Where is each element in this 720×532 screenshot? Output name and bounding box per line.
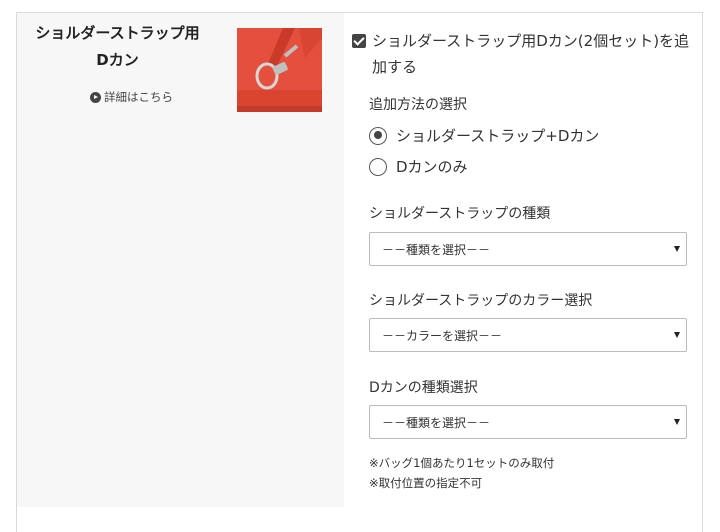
- play-circle-icon: [90, 91, 101, 103]
- product-image: [237, 28, 322, 112]
- note-line-2: ※取付位置の指定不可: [369, 476, 483, 490]
- strap-type-label: ショルダーストラップの種類: [369, 206, 551, 222]
- d-ring-photo: [237, 28, 322, 112]
- addon-checkbox[interactable]: [352, 34, 366, 48]
- radio-dring-only[interactable]: Dカンのみ: [369, 156, 468, 177]
- strap-color-label: ショルダーストラップのカラー選択: [369, 293, 593, 309]
- method-label: 追加方法の選択: [369, 97, 467, 113]
- radio-button-selected[interactable]: [369, 126, 387, 145]
- option-title: ショルダーストラップ用 Dカン: [20, 20, 215, 74]
- dropdown-arrow-icon: [674, 332, 680, 338]
- dring-type-label: Dカンの種類選択: [369, 380, 478, 396]
- dropdown-arrow-icon: [674, 246, 680, 252]
- radio-button[interactable]: [369, 157, 387, 176]
- dropdown-arrow-icon: [674, 419, 680, 425]
- addon-checkbox-row[interactable]: ショルダーストラップ用Dカン(2個セット)を追加する: [352, 31, 692, 80]
- strap-color-value: －－カラーを選択－－: [382, 328, 503, 343]
- strap-color-select[interactable]: －－カラーを選択－－: [369, 318, 687, 352]
- dring-type-value: －－種類を選択－－: [382, 415, 491, 430]
- note-line-1: ※バッグ1個あたり1セットのみ取付: [369, 456, 555, 470]
- strap-type-value: －－種類を選択－－: [382, 242, 491, 257]
- radio-dring-only-label: Dカンのみ: [396, 158, 468, 176]
- option-title-line2: Dカン: [96, 51, 139, 69]
- detail-link-label: 詳細はこちら: [104, 90, 173, 104]
- radio-strap-and-dring[interactable]: ショルダーストラップ+Dカン: [369, 125, 599, 146]
- detail-link[interactable]: 詳細はこちら: [90, 89, 173, 105]
- radio-strap-and-dring-label: ショルダーストラップ+Dカン: [396, 127, 600, 145]
- addon-label: ショルダーストラップ用Dカン(2個セット)を追加する: [372, 32, 690, 76]
- dring-type-select[interactable]: －－種類を選択－－: [369, 405, 687, 439]
- strap-type-select[interactable]: －－種類を選択－－: [369, 232, 687, 266]
- option-title-line1: ショルダーストラップ用: [35, 24, 200, 42]
